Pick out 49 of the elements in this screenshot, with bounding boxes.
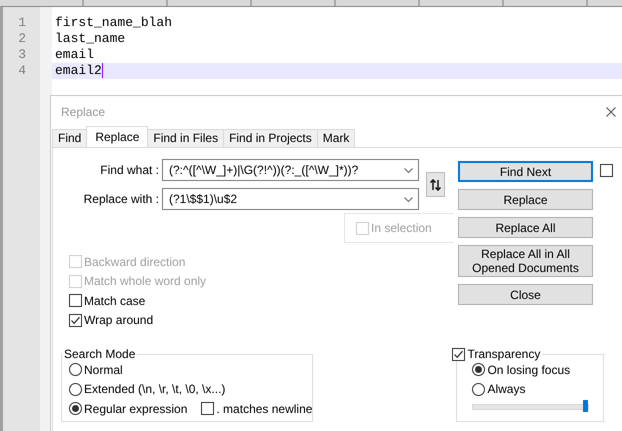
dialog-title: Replace: [61, 104, 106, 118]
code-line: last_name: [55, 31, 126, 46]
field-label: Find what :: [99, 163, 160, 177]
radio-button[interactable]: [69, 382, 82, 396]
combo-field[interactable]: (?:^([^\W_]+)|\G(?!^))(?:_([^\W_]*))?: [162, 159, 419, 181]
radio-label[interactable]: Always: [487, 382, 526, 396]
text-caret: [102, 63, 103, 78]
checkbox[interactable]: [452, 348, 466, 360]
chevron-down-icon[interactable]: [404, 196, 413, 202]
swap-arrows-icon: [430, 178, 441, 190]
dialog-button[interactable]: Find Next: [458, 161, 593, 182]
slider-thumb[interactable]: [583, 400, 588, 412]
dialog-button[interactable]: Replace All: [458, 217, 593, 238]
tab[interactable]: Find in Files: [147, 129, 224, 147]
checkbox-label[interactable]: Wrap around: [84, 313, 154, 328]
radio-label[interactable]: Extended (\n, \r, \t, \0, \x...): [84, 382, 226, 396]
checkbox-label[interactable]: Transparency: [467, 347, 540, 361]
checkbox[interactable]: [600, 164, 613, 177]
radio-button[interactable]: [69, 402, 82, 416]
dialog-button[interactable]: Replace All in All Opened Documents: [458, 245, 593, 277]
code-line: email2: [55, 63, 102, 78]
radio-label[interactable]: Normal: [84, 362, 123, 377]
line-number: 1: [17, 15, 27, 31]
tab[interactable]: Find: [52, 129, 88, 147]
radio-button[interactable]: [69, 363, 82, 376]
checkbox-label[interactable]: . matches newline: [216, 402, 312, 416]
radio-button[interactable]: [472, 382, 486, 396]
chevron-down-icon[interactable]: [404, 168, 413, 172]
combo-field[interactable]: (?1\$$1)\u$2: [162, 188, 419, 210]
code-line: email: [55, 47, 94, 62]
checkbox[interactable]: [69, 314, 82, 327]
dialog-button[interactable]: Replace: [458, 189, 593, 210]
checkbox[interactable]: [201, 402, 214, 416]
radio-label[interactable]: On losing focus: [487, 362, 570, 377]
field-label: Replace with :: [82, 192, 160, 206]
dialog-button[interactable]: Close: [458, 284, 593, 305]
line-number: 4: [17, 63, 27, 79]
line-number: 2: [17, 31, 27, 47]
radio-button[interactable]: [472, 363, 486, 376]
line-number: 3: [17, 47, 27, 63]
radio-label[interactable]: Regular expression: [84, 402, 188, 416]
close-icon[interactable]: [606, 106, 616, 116]
tab[interactable]: Find in Projects: [223, 129, 318, 147]
tab[interactable]: Mark: [316, 129, 356, 147]
swap-button[interactable]: [426, 172, 445, 197]
code-line: first_name_blah: [55, 15, 172, 30]
checkbox-label[interactable]: Match case: [84, 294, 146, 308]
group-title: Search Mode: [63, 347, 136, 361]
checkbox[interactable]: [69, 294, 82, 308]
